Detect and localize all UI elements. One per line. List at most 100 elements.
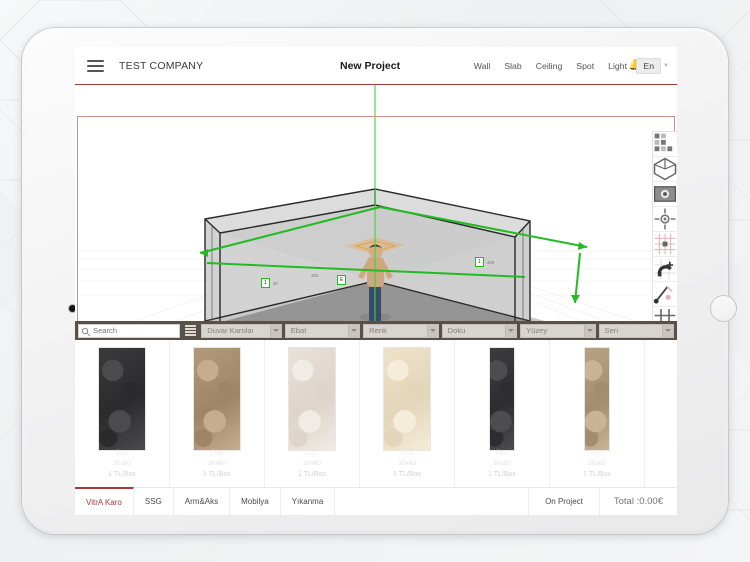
chevron-down-icon: [426, 324, 438, 337]
bottom-tab-label: SSG: [144, 497, 162, 506]
product-card[interactable]: Ürün 30x60 1 TL/Box: [75, 340, 170, 487]
product-meta: Ürün 30x60 1 TL/Box: [550, 450, 644, 480]
app-screen: TEST COMPANY New Project Wall Slab Ceili…: [75, 47, 677, 515]
dimension-value-2: 40: [272, 280, 278, 286]
dropdown-size[interactable]: Ebat: [284, 323, 361, 338]
chevron-down-icon: ▼: [663, 62, 669, 69]
product-card[interactable]: Ürün30x601 TL/Box: [645, 340, 677, 487]
dimension-badge-3: E: [337, 275, 347, 285]
target-point-tool[interactable]: [653, 207, 677, 232]
product-size: 30x60: [588, 460, 606, 468]
grid-snap-tool[interactable]: [653, 232, 677, 257]
dimension-value-1: 400: [486, 259, 495, 265]
measure-tool[interactable]: [653, 282, 677, 307]
product-card[interactable]: Ürün 30x60 1 TL/Box: [265, 340, 360, 487]
product-swatch[interactable]: [193, 347, 241, 451]
product-name: Ürün: [400, 451, 414, 458]
product-price: 1 TL/Box: [108, 470, 136, 478]
product-name: Ürün: [210, 451, 224, 458]
dropdown-series[interactable]: Seri: [598, 323, 674, 338]
nav-item-ceiling[interactable]: Ceiling: [536, 61, 563, 71]
header-nav: Wall Slab Ceiling Spot Light: [474, 61, 627, 71]
bottom-tab-yikanma[interactable]: Yıkanma: [281, 488, 336, 515]
dropdown-surface-label: Yüzey: [526, 326, 548, 335]
product-meta: Ürün30x601 TL/Box: [645, 450, 677, 480]
product-size: 30x60: [113, 460, 131, 468]
product-price: 1 TL/Box: [583, 470, 611, 478]
language-selector[interactable]: En ▼: [636, 57, 669, 74]
dropdown-surface[interactable]: Yüzey: [520, 323, 596, 338]
language-label: En: [636, 57, 662, 74]
bottom-tab-label: Yıkanma: [291, 497, 324, 506]
nav-item-spot[interactable]: Spot: [576, 61, 594, 71]
product-name: Ürün: [645, 450, 677, 459]
tool-strip: [652, 131, 677, 321]
total-amount: Total :0.00€: [613, 496, 663, 507]
product-price: 1 TL/Box: [645, 469, 677, 480]
product-swatch[interactable]: [383, 347, 431, 451]
product-name: Ürün: [115, 451, 129, 458]
product-meta: Ürün 30x60 1 TL/Box: [360, 450, 454, 480]
on-project-button[interactable]: On Project: [528, 488, 600, 515]
grid-tool[interactable]: [653, 307, 677, 321]
dropdown-color-label: Renk: [369, 326, 387, 335]
bottom-tab-label: Arm&Aks: [184, 497, 219, 506]
3d-viewport[interactable]: E 300 1 400 1 40: [75, 85, 677, 321]
product-card[interactable]: Ürün 30x60 1 TL/Box: [360, 340, 455, 487]
filter-bar: Duvar Karolaı Ebat Renk Doku Yüzey Seri: [75, 321, 677, 340]
app-header: TEST COMPANY New Project Wall Slab Ceili…: [75, 47, 677, 85]
nav-item-light[interactable]: Light: [608, 61, 627, 71]
home-button[interactable]: [710, 295, 737, 322]
hamburger-icon[interactable]: [87, 59, 104, 72]
product-swatch[interactable]: [288, 347, 336, 451]
search-input[interactable]: [93, 326, 180, 335]
bottom-tab-ssg[interactable]: SSG: [134, 488, 174, 515]
bottom-tab-label: VitrA Karo: [86, 497, 122, 507]
product-swatch[interactable]: [98, 347, 146, 451]
chevron-down-icon: [348, 324, 360, 337]
magnet-snap-tool[interactable]: [653, 257, 677, 282]
dropdown-category[interactable]: Duvar Karolaı: [201, 323, 282, 338]
chevron-down-icon: [269, 324, 281, 337]
product-price: 1 TL/Box: [203, 470, 231, 478]
dropdown-texture-label: Doku: [447, 326, 466, 335]
project-title: New Project: [340, 59, 401, 72]
product-card[interactable]: Ürün 30x60 1 TL/Box: [170, 340, 265, 487]
product-size: 30x60: [303, 460, 321, 468]
search-icon: [81, 327, 91, 336]
3d-scene: [75, 85, 677, 321]
chevron-down-icon: [661, 324, 673, 337]
product-swatch[interactable]: [489, 347, 515, 451]
bottom-tab-vitra-karo[interactable]: VitrA Karo: [75, 487, 134, 515]
bottom-tab-mobilya[interactable]: Mobilya: [230, 488, 281, 515]
tile-pattern-tool[interactable]: [653, 132, 677, 157]
bottom-tab-label: Mobilya: [241, 497, 269, 506]
product-price: 1 TL/Box: [393, 470, 421, 478]
product-size: 30x60: [208, 460, 226, 468]
product-swatch[interactable]: [584, 347, 610, 451]
list-grip-icon[interactable]: [185, 324, 197, 337]
on-project-label: On Project: [545, 497, 583, 506]
product-price: 1 TL/Box: [488, 470, 516, 478]
room-cube-tool[interactable]: [653, 157, 677, 182]
product-price: 1 TL/Box: [298, 470, 326, 478]
product-card[interactable]: Ürün30x601 TL/Box: [455, 340, 550, 487]
dropdown-series-label: Seri: [604, 326, 619, 335]
texture-tool[interactable]: [653, 182, 677, 207]
dropdown-color[interactable]: Renk: [363, 323, 439, 338]
bottom-tab-arm-aks[interactable]: Arm&Aks: [174, 488, 231, 515]
product-card[interactable]: Ürün 30x60 1 TL/Box: [550, 340, 645, 487]
dimension-badge-1: 1 400: [475, 257, 494, 267]
dimension-value-3: 300: [311, 273, 319, 278]
nav-item-wall[interactable]: Wall: [474, 61, 491, 71]
product-size: 30x60: [398, 460, 416, 468]
search-field[interactable]: [78, 323, 181, 338]
bottom-bar: VitrA Karo SSG Arm&Aks Mobilya Yıkanma O…: [75, 487, 677, 515]
nav-item-slab[interactable]: Slab: [504, 61, 521, 71]
product-name: Ürün: [590, 451, 604, 458]
dropdown-texture[interactable]: Doku: [441, 323, 518, 338]
product-meta: Ürün30x601 TL/Box: [455, 450, 549, 480]
product-strip[interactable]: Ürün 30x60 1 TL/Box Ürün 30x60 1 TL/Box Ürün 30…: [75, 340, 677, 487]
product-name: Ürün: [305, 451, 319, 458]
product-meta: Ürün 30x60 1 TL/Box: [265, 450, 359, 480]
